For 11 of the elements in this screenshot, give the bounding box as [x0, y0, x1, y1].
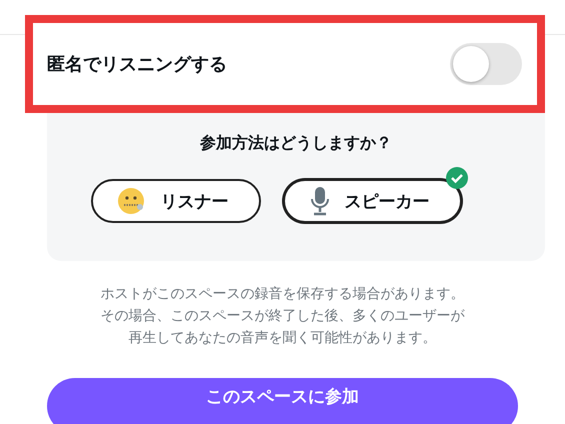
toggle-label: 匿名でリスニングする: [47, 53, 227, 76]
question-text: 参加方法はどうしますか？: [200, 133, 392, 154]
zipper-mouth-emoji-icon: [116, 186, 146, 216]
join-option[interactable]: リスナー: [90, 179, 260, 223]
join-option[interactable]: スピーカー: [282, 179, 462, 223]
anonymous-toggle[interactable]: [450, 43, 522, 85]
microphone-icon: [308, 186, 330, 216]
recording-notice-line: ホストがこのスペースの録音を保存する場合があります。: [100, 285, 464, 304]
recording-notice-line: 再生してあなたの音声を聞く可能性があります。: [128, 329, 436, 348]
recording-notice-line: その場合、このスペースが終了した後、多くのユーザーが: [100, 307, 464, 326]
join-button[interactable]: このスペースに参加: [47, 378, 518, 424]
